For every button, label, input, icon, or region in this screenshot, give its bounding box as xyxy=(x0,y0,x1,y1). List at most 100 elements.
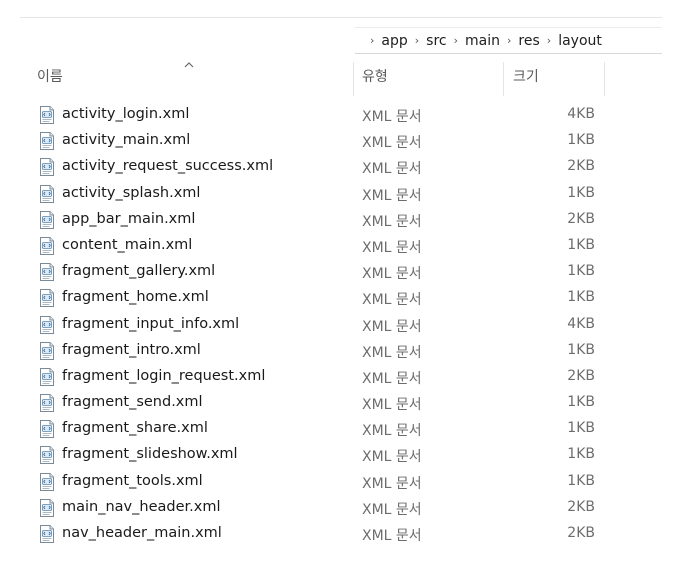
file-type: XML 문서 xyxy=(362,213,422,230)
file-size: 4KB xyxy=(567,315,595,332)
file-type: XML 문서 xyxy=(362,318,422,335)
file-size: 1KB xyxy=(567,236,595,253)
file-name[interactable]: fragment_input_info.xml xyxy=(62,316,239,332)
file-row[interactable]: app_bar_main.xml XML 문서 2KB xyxy=(0,208,690,234)
breadcrumb-item[interactable]: res xyxy=(518,33,539,49)
file-row[interactable]: fragment_share.xml XML 문서 1KB xyxy=(0,417,690,443)
file-name[interactable]: content_main.xml xyxy=(62,237,192,253)
chevron-right-icon[interactable]: › xyxy=(454,34,458,47)
chevron-right-icon[interactable]: › xyxy=(547,34,551,47)
column-divider[interactable] xyxy=(353,62,354,96)
file-size: 2KB xyxy=(567,158,595,175)
xml-file-icon xyxy=(39,525,55,543)
file-name[interactable]: fragment_send.xml xyxy=(62,394,203,410)
xml-file-icon xyxy=(39,289,55,308)
xml-file-icon xyxy=(39,367,55,386)
file-type: XML 문서 xyxy=(362,161,422,178)
file-row[interactable]: main_nav_header.xml XML 문서 2KB xyxy=(0,496,690,522)
file-size: 1KB xyxy=(567,446,595,463)
column-divider[interactable] xyxy=(503,62,504,96)
sort-ascending-caret-icon xyxy=(184,62,194,68)
file-size: 2KB xyxy=(567,498,595,515)
file-type: XML 문서 xyxy=(362,397,422,414)
file-row[interactable]: fragment_login_request.xml XML 문서 2KB xyxy=(0,365,690,391)
file-row[interactable]: activity_splash.xml XML 문서 1KB xyxy=(0,182,690,208)
xml-file-icon xyxy=(39,394,55,413)
xml-file-icon xyxy=(39,315,55,334)
xml-file-icon xyxy=(39,498,55,517)
file-type: XML 문서 xyxy=(362,501,422,518)
file-row[interactable]: fragment_input_info.xml XML 문서 4KB xyxy=(0,313,690,339)
file-type: XML 문서 xyxy=(362,109,422,125)
file-row[interactable]: activity_request_success.xml XML 문서 2KB xyxy=(0,155,690,181)
file-size: 1KB xyxy=(567,394,595,411)
file-list: activity_login.xml XML 문서 4KB activity_main… xyxy=(0,103,690,548)
file-type: XML 문서 xyxy=(362,187,422,204)
file-type: XML 문서 xyxy=(362,135,422,152)
file-name[interactable]: activity_main.xml xyxy=(62,132,190,148)
xml-file-icon xyxy=(39,106,55,124)
file-name[interactable]: activity_request_success.xml xyxy=(62,158,273,174)
file-row[interactable]: fragment_intro.xml XML 문서 1KB xyxy=(0,339,690,365)
file-row[interactable]: fragment_gallery.xml XML 문서 1KB xyxy=(0,260,690,286)
file-row[interactable]: fragment_slideshow.xml XML 문서 1KB xyxy=(0,443,690,469)
chevron-right-icon[interactable]: › xyxy=(415,34,419,47)
file-type: XML 문서 xyxy=(362,475,422,492)
file-name[interactable]: activity_login.xml xyxy=(62,106,189,122)
file-type: XML 문서 xyxy=(362,344,422,361)
file-size: 1KB xyxy=(567,263,595,280)
breadcrumb-item[interactable]: app xyxy=(381,33,407,49)
file-size: 2KB xyxy=(567,367,595,384)
file-type: XML 문서 xyxy=(362,370,422,387)
xml-file-icon xyxy=(39,420,55,439)
breadcrumb-item[interactable]: layout xyxy=(558,33,602,49)
file-size: 1KB xyxy=(567,184,595,201)
file-type: XML 문서 xyxy=(362,449,422,466)
file-size: 1KB xyxy=(567,132,595,149)
breadcrumb[interactable]: › app › src › main › res › layout xyxy=(355,27,662,54)
file-name[interactable]: fragment_home.xml xyxy=(62,289,209,305)
file-size: 4KB xyxy=(567,106,595,122)
column-header-name[interactable]: 이름 xyxy=(37,66,63,86)
file-name[interactable]: fragment_login_request.xml xyxy=(62,368,265,384)
file-size: 1KB xyxy=(567,472,595,489)
breadcrumb-item[interactable]: main xyxy=(465,33,500,49)
file-name[interactable]: fragment_gallery.xml xyxy=(62,263,215,279)
file-name[interactable]: fragment_tools.xml xyxy=(62,473,203,489)
file-name[interactable]: nav_header_main.xml xyxy=(62,525,222,541)
xml-file-icon xyxy=(39,158,55,177)
file-name[interactable]: fragment_share.xml xyxy=(62,420,208,436)
file-name[interactable]: fragment_intro.xml xyxy=(62,342,201,358)
file-size: 1KB xyxy=(567,341,595,358)
file-type: XML 문서 xyxy=(362,239,422,256)
file-type: XML 문서 xyxy=(362,528,422,544)
file-name[interactable]: app_bar_main.xml xyxy=(62,211,195,227)
chevron-right-icon[interactable]: › xyxy=(507,34,511,47)
file-type: XML 문서 xyxy=(362,292,422,309)
file-size: 2KB xyxy=(567,210,595,227)
column-header: 이름 유형 크기 xyxy=(0,56,690,98)
column-header-size[interactable]: 크기 xyxy=(513,66,539,86)
file-row[interactable]: activity_login.xml XML 문서 4KB xyxy=(0,103,690,129)
file-row[interactable]: fragment_tools.xml XML 문서 1KB xyxy=(0,470,690,496)
file-size: 2KB xyxy=(567,525,595,541)
top-divider xyxy=(20,17,662,18)
xml-file-icon xyxy=(39,263,55,282)
xml-file-icon xyxy=(39,210,55,229)
breadcrumb-item[interactable]: src xyxy=(426,33,446,49)
file-row[interactable]: activity_main.xml XML 문서 1KB xyxy=(0,129,690,155)
file-name[interactable]: main_nav_header.xml xyxy=(62,499,220,515)
column-header-type[interactable]: 유형 xyxy=(362,66,388,86)
file-row[interactable]: nav_header_main.xml XML 문서 2KB xyxy=(0,522,690,548)
xml-file-icon xyxy=(39,236,55,255)
file-row[interactable]: content_main.xml XML 문서 1KB xyxy=(0,234,690,260)
column-divider[interactable] xyxy=(604,62,605,96)
xml-file-icon xyxy=(39,132,55,151)
file-row[interactable]: fragment_home.xml XML 문서 1KB xyxy=(0,286,690,312)
file-row[interactable]: fragment_send.xml XML 문서 1KB xyxy=(0,391,690,417)
xml-file-icon xyxy=(39,184,55,203)
file-size: 1KB xyxy=(567,420,595,437)
chevron-right-icon[interactable]: › xyxy=(370,34,374,47)
file-name[interactable]: fragment_slideshow.xml xyxy=(62,446,238,462)
file-name[interactable]: activity_splash.xml xyxy=(62,185,200,201)
